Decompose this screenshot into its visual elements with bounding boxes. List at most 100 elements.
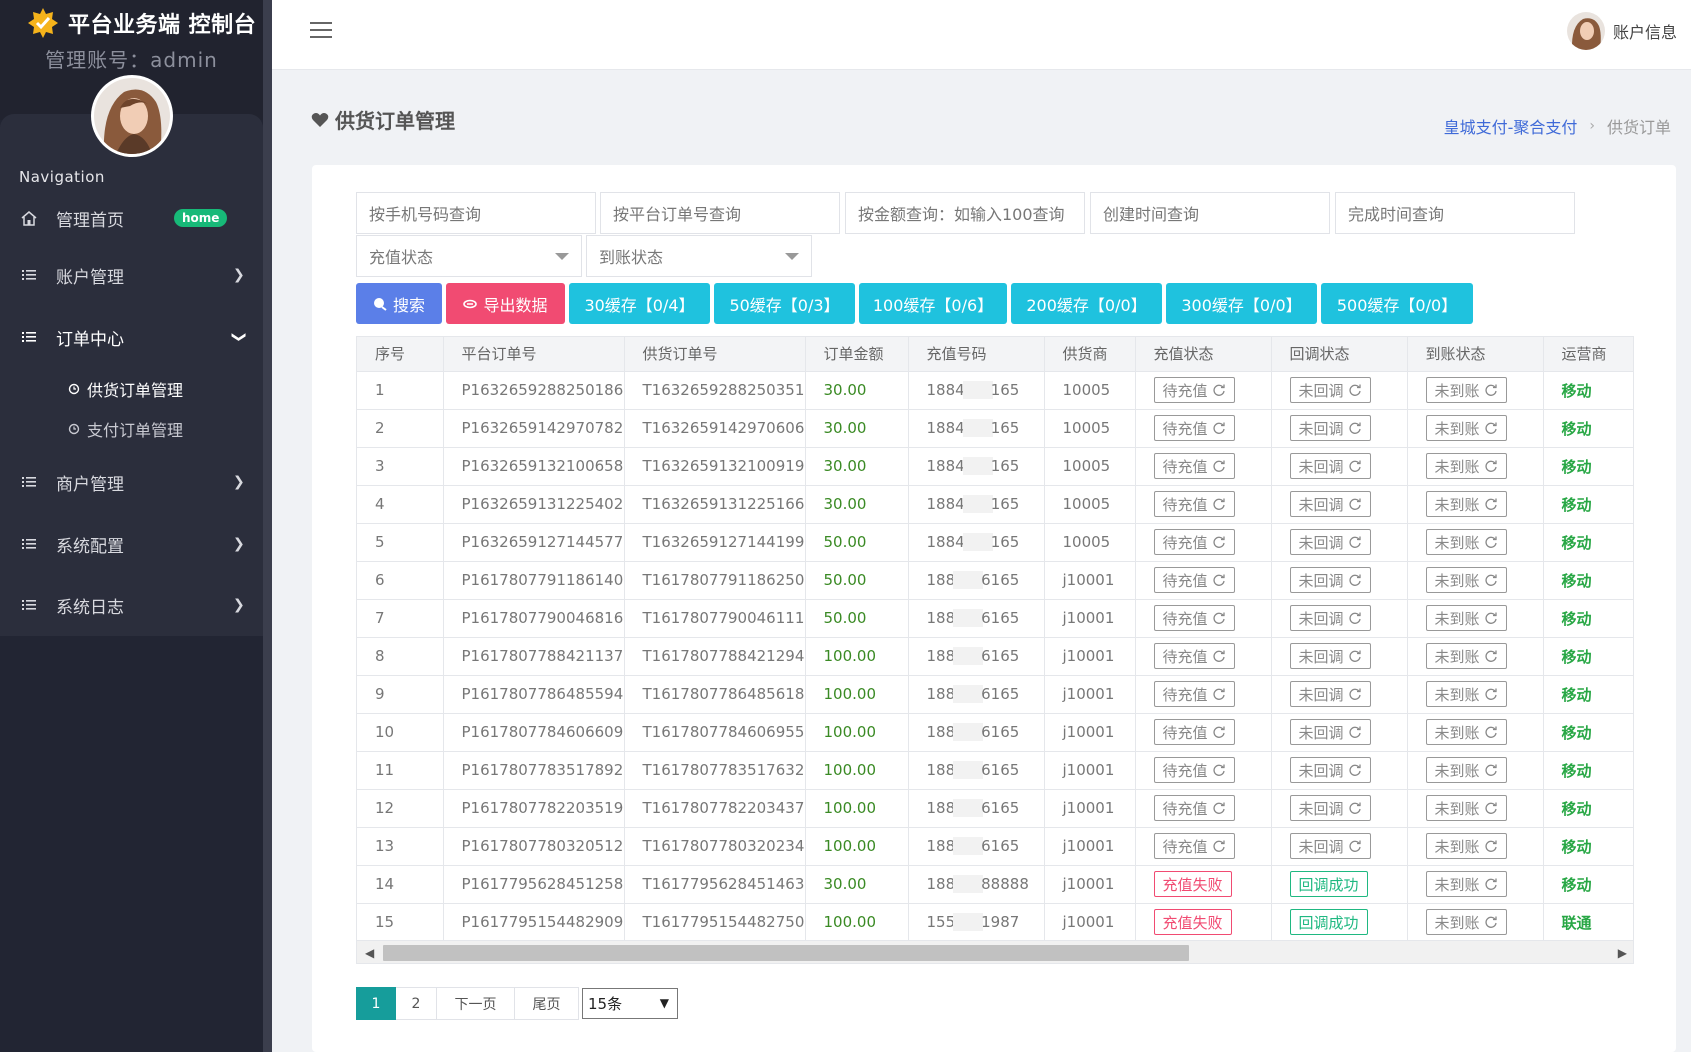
- recharge-status-tag[interactable]: 待充值: [1153, 643, 1235, 669]
- status-text: 未到账: [1434, 381, 1480, 400]
- page-size-select[interactable]: 15条 ▼: [582, 988, 678, 1019]
- cache-300-button[interactable]: 300缓存【0/0】: [1166, 283, 1317, 324]
- table-row: 1 P1632659288250186 T1632659288250351 30.00…: [357, 371, 1633, 410]
- callback-status-tag[interactable]: 未回调: [1289, 529, 1371, 555]
- callback-status-tag[interactable]: 未回调: [1289, 415, 1371, 441]
- sidebar: 平台业务端 控制台 管理账号：admin Navigation 管理首页 hom…: [0, 0, 263, 1052]
- recharge-status-select[interactable]: 充值状态: [356, 235, 582, 277]
- recharge-status-tag[interactable]: 待充值: [1153, 529, 1235, 555]
- sidebar-item-accounts[interactable]: 账户管理 ❯: [0, 253, 263, 297]
- recharge-status-tag[interactable]: 待充值: [1153, 833, 1235, 859]
- cell-amount: 100.00: [805, 903, 909, 942]
- arrival-status-tag[interactable]: 未到账: [1425, 643, 1507, 669]
- cell-carrier: 移动: [1543, 637, 1633, 676]
- recharge-status-tag[interactable]: 充值失败: [1153, 909, 1232, 935]
- callback-status-tag[interactable]: 未回调: [1289, 795, 1371, 821]
- callback-status-tag[interactable]: 未回调: [1289, 605, 1371, 631]
- cache-30-button[interactable]: 30缓存【0/4】: [569, 283, 710, 324]
- callback-status-tag[interactable]: 未回调: [1289, 453, 1371, 479]
- platform-order-search-input[interactable]: 按平台订单号查询: [600, 192, 840, 234]
- cache-50-button[interactable]: 50缓存【0/3】: [714, 283, 855, 324]
- recharge-status-tag[interactable]: 待充值: [1153, 377, 1235, 403]
- export-button[interactable]: 导出数据: [446, 283, 565, 324]
- avatar[interactable]: [91, 75, 173, 157]
- nav-heading: Navigation: [19, 168, 105, 186]
- search-button[interactable]: 搜索: [356, 283, 442, 324]
- arrival-status-tag[interactable]: 未到账: [1425, 795, 1507, 821]
- cache-200-button[interactable]: 200缓存【0/0】: [1011, 283, 1162, 324]
- arrival-status-tag[interactable]: 未到账: [1425, 909, 1507, 935]
- column-header: 序号: [357, 337, 444, 372]
- cell-recharge-status: 充值失败: [1135, 865, 1272, 904]
- sidebar-item-home[interactable]: 管理首页 home: [0, 196, 263, 240]
- callback-status-tag[interactable]: 未回调: [1289, 757, 1371, 783]
- cell-phone: 155 1987: [908, 903, 1045, 942]
- sidebar-item-system-config[interactable]: 系统配置 ❯: [0, 522, 263, 566]
- recharge-status-tag[interactable]: 待充值: [1153, 719, 1235, 745]
- horizontal-scrollbar[interactable]: ◀ ▶: [356, 940, 1634, 964]
- callback-status-tag[interactable]: 未回调: [1289, 719, 1371, 745]
- callback-status-tag[interactable]: 未回调: [1289, 377, 1371, 403]
- recharge-status-tag[interactable]: 待充值: [1153, 681, 1235, 707]
- scroll-right-icon[interactable]: ▶: [1618, 946, 1627, 960]
- brand-title: 平台业务端 控制台: [68, 13, 257, 38]
- cache-100-button[interactable]: 100缓存【0/6】: [859, 283, 1007, 324]
- arrival-status-tag[interactable]: 未到账: [1425, 833, 1507, 859]
- sidebar-item-merchants[interactable]: 商户管理 ❯: [0, 460, 263, 504]
- callback-status-tag[interactable]: 未回调: [1289, 491, 1371, 517]
- scrollbar-thumb[interactable]: [383, 945, 1189, 961]
- orders-table: 序号 平台订单号 供货订单号 订单金额 充值号码 供货商 充值状态 回调状态 到…: [357, 337, 1633, 942]
- phone-search-input[interactable]: 按手机号码查询: [356, 192, 596, 234]
- page-2-button[interactable]: 2: [396, 987, 437, 1020]
- cell-recharge-status: 待充值: [1135, 789, 1272, 828]
- recharge-status-tag[interactable]: 待充值: [1153, 491, 1235, 517]
- arrival-status-tag[interactable]: 未到账: [1425, 567, 1507, 593]
- sidebar-subitem-supply-orders[interactable]: 供货订单管理: [68, 374, 183, 404]
- arrival-status-tag[interactable]: 未到账: [1425, 871, 1507, 897]
- scroll-left-icon[interactable]: ◀: [365, 946, 374, 960]
- finished-time-input[interactable]: 完成时间查询: [1335, 192, 1575, 234]
- amount-search-input[interactable]: 按金额查询：如输入100查询: [845, 192, 1085, 234]
- cell-carrier: 移动: [1543, 751, 1633, 790]
- page-1-button[interactable]: 1: [356, 987, 396, 1020]
- arrival-status-select[interactable]: 到账状态: [586, 235, 812, 277]
- sidebar-item-orders[interactable]: 订单中心 ❯: [0, 315, 263, 359]
- breadcrumb-link[interactable]: 皇城支付-聚合支付: [1444, 114, 1578, 138]
- last-page-button[interactable]: 尾页: [515, 987, 579, 1020]
- sidebar-item-label: 管理首页: [56, 210, 124, 231]
- callback-status-tag[interactable]: 回调成功: [1289, 909, 1368, 935]
- callback-status-tag[interactable]: 未回调: [1289, 681, 1371, 707]
- recharge-status-tag[interactable]: 待充值: [1153, 605, 1235, 631]
- arrival-status-tag[interactable]: 未到账: [1425, 757, 1507, 783]
- table-row: 3 P1632659132100658 T1632659132100919 30.00…: [357, 447, 1633, 486]
- recharge-status-tag[interactable]: 待充值: [1153, 453, 1235, 479]
- arrival-status-tag[interactable]: 未到账: [1425, 491, 1507, 517]
- callback-status-tag[interactable]: 回调成功: [1289, 871, 1368, 897]
- status-text: 待充值: [1162, 837, 1208, 856]
- recharge-status-tag[interactable]: 待充值: [1153, 757, 1235, 783]
- recharge-status-tag[interactable]: 待充值: [1153, 567, 1235, 593]
- cell-supply-order: T1617807784606955: [624, 713, 806, 752]
- callback-status-tag[interactable]: 未回调: [1289, 567, 1371, 593]
- sidebar-item-system-logs[interactable]: 系统日志 ❯: [0, 583, 263, 627]
- arrival-status-tag[interactable]: 未到账: [1425, 681, 1507, 707]
- arrival-status-tag[interactable]: 未到账: [1425, 453, 1507, 479]
- recharge-status-tag[interactable]: 待充值: [1153, 415, 1235, 441]
- created-time-input[interactable]: 创建时间查询: [1090, 192, 1330, 234]
- table-row: 6 P1617807791186140 T1617807791186250 50.00…: [357, 561, 1633, 600]
- recharge-status-tag[interactable]: 充值失败: [1153, 871, 1232, 897]
- cache-500-button[interactable]: 500缓存【0/0】: [1321, 283, 1473, 324]
- arrival-status-tag[interactable]: 未到账: [1425, 605, 1507, 631]
- arrival-status-tag[interactable]: 未到账: [1425, 529, 1507, 555]
- callback-status-tag[interactable]: 未回调: [1289, 643, 1371, 669]
- menu-toggle-icon[interactable]: [310, 22, 332, 40]
- status-text: 未到账: [1434, 647, 1480, 666]
- callback-status-tag[interactable]: 未回调: [1289, 833, 1371, 859]
- arrival-status-tag[interactable]: 未到账: [1425, 377, 1507, 403]
- arrival-status-tag[interactable]: 未到账: [1425, 415, 1507, 441]
- arrival-status-tag[interactable]: 未到账: [1425, 719, 1507, 745]
- recharge-status-tag[interactable]: 待充值: [1153, 795, 1235, 821]
- next-page-button[interactable]: 下一页: [437, 987, 515, 1020]
- sidebar-subitem-payment-orders[interactable]: 支付订单管理: [68, 414, 183, 444]
- account-menu[interactable]: 账户信息: [1566, 12, 1677, 50]
